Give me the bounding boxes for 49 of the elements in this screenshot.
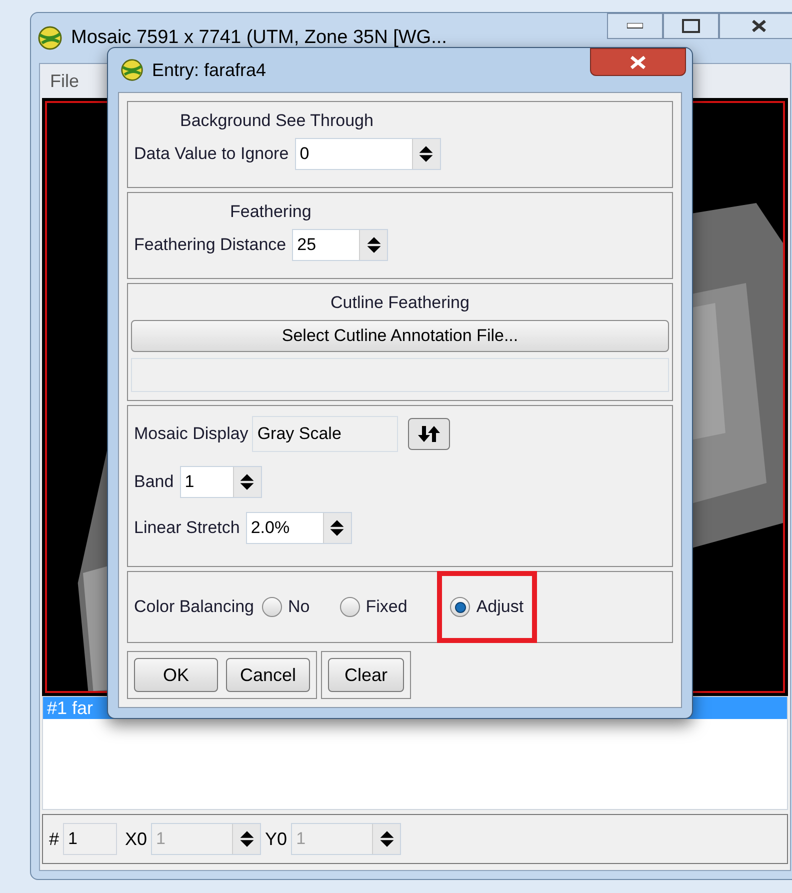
spin-arrows-icon[interactable] <box>238 830 255 848</box>
distance-spinner[interactable]: 25 <box>292 229 388 261</box>
radio-option[interactable]: Adjust <box>450 594 524 620</box>
close-icon <box>751 20 767 32</box>
window-title: Mosaic 7591 x 7741 (UTM, Zone 35N [WG... <box>71 26 447 50</box>
minimize-icon <box>627 23 643 29</box>
spin-arrows-icon[interactable] <box>418 145 434 163</box>
field-label: Y0 <box>265 828 288 850</box>
spin-arrows-icon[interactable] <box>239 473 256 491</box>
close-button[interactable] <box>590 48 686 76</box>
radio-option[interactable]: No <box>262 594 310 620</box>
maximize-button[interactable] <box>663 13 719 39</box>
file-path-field[interactable] <box>131 358 669 392</box>
field-label: Mosaic Display <box>134 423 248 446</box>
dialog-button[interactable]: Cancel <box>226 658 310 692</box>
spin-arrows-icon[interactable] <box>329 519 346 537</box>
swap-button[interactable] <box>408 418 450 450</box>
radio-option[interactable]: Fixed <box>340 594 408 620</box>
radio-button[interactable] <box>450 597 470 617</box>
radio-button[interactable] <box>340 597 360 617</box>
field-label: Linear Stretch <box>134 517 240 540</box>
swap-arrows-icon <box>417 425 442 443</box>
select-file-button[interactable]: Select Cutline Annotation File... <box>131 320 669 352</box>
close-icon <box>629 56 647 68</box>
globe-icon <box>120 58 144 82</box>
spin-arrows-icon[interactable] <box>378 830 395 848</box>
field-label: # <box>49 828 60 850</box>
section-heading: Background See Through <box>180 111 374 130</box>
field-label: Color Balancing <box>134 596 254 618</box>
field-label: X0 <box>125 828 148 850</box>
band-spinner[interactable]: 1 <box>180 466 262 498</box>
dialog-button[interactable]: OK <box>134 658 218 692</box>
globe-icon <box>37 25 63 51</box>
field-label: Band <box>134 471 174 494</box>
section-heading: Cutline Feathering <box>330 292 470 314</box>
radio-button[interactable] <box>262 597 282 617</box>
stretch-spinner[interactable]: 2.0% <box>246 512 352 544</box>
section-heading: Feathering <box>230 202 312 221</box>
maximize-icon <box>682 19 700 33</box>
number-field[interactable]: 1 <box>63 823 118 855</box>
field-label: Data Value to Ignore <box>134 143 289 166</box>
display-mode-field: Gray Scale <box>252 416 398 452</box>
clear-button[interactable]: Clear <box>328 658 404 692</box>
menu-item[interactable]: File <box>50 68 80 94</box>
value-spinner[interactable]: 0 <box>294 138 441 170</box>
spin-arrows-icon[interactable] <box>366 236 382 254</box>
dialog-title: Entry: farafra4 <box>152 58 266 82</box>
close-button[interactable] <box>719 13 792 39</box>
field-label: Feathering Distance <box>134 234 286 256</box>
